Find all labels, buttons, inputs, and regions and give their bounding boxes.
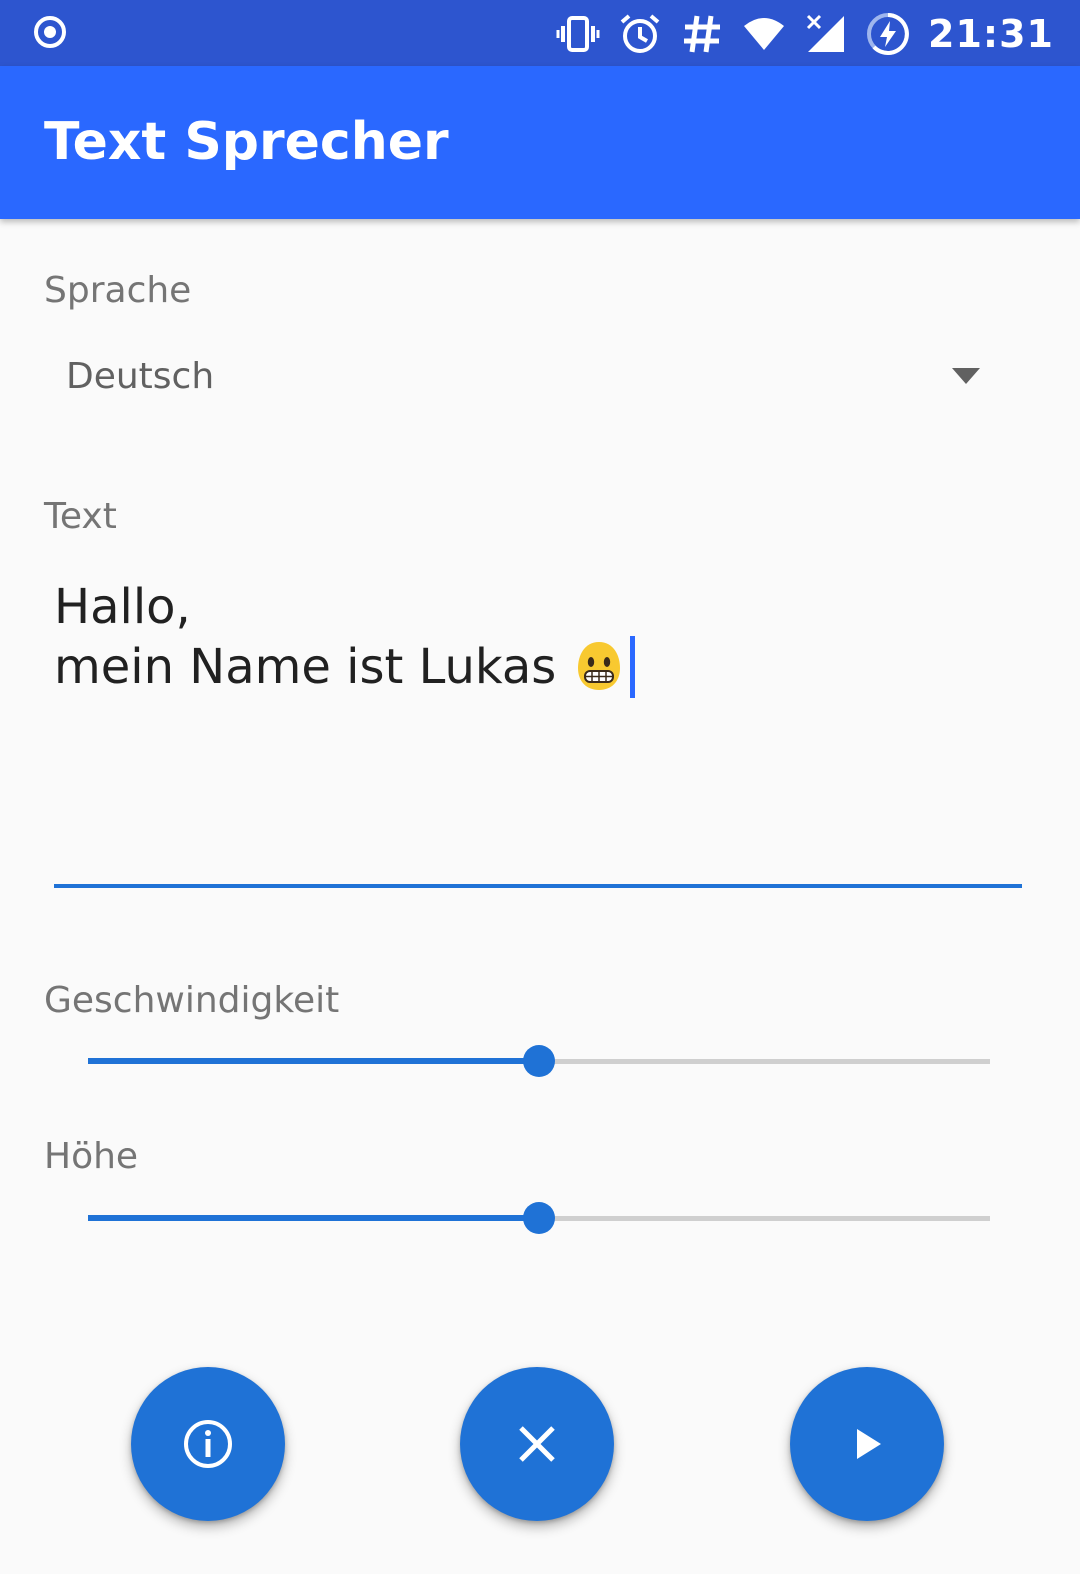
speed-label: Geschwindigkeit [44,980,340,1021]
text-input-line-1: Hallo, [54,579,191,635]
text-input[interactable]: Hallo, mein Name ist Lukas [54,578,1022,888]
speed-slider-fill [88,1058,539,1064]
status-bar: 21:31 [0,0,1080,66]
record-icon [34,16,66,48]
close-icon [519,1426,555,1462]
clock-time: 21:31 [928,12,1054,56]
pitch-slider-fill [88,1215,539,1221]
cell-signal-off-icon [806,14,845,52]
text-cursor [630,636,636,698]
language-dropdown[interactable]: Deutsch [44,330,994,430]
vibrate-icon [556,16,600,52]
speed-slider[interactable] [88,1041,990,1081]
clear-button[interactable] [460,1367,614,1521]
language-selected-value: Deutsch [66,356,215,397]
hash-icon [684,15,721,53]
text-label: Text [44,496,117,537]
play-icon [857,1429,881,1459]
pitch-slider-thumb[interactable] [523,1202,555,1234]
text-input-underline [54,884,1022,888]
grinning-face-emoji-icon [578,642,621,690]
play-button[interactable] [790,1367,944,1521]
app-bar: Text Sprecher [0,66,1080,219]
info-button[interactable] [131,1367,285,1521]
info-icon [184,1420,232,1468]
dropdown-arrow-icon [952,368,980,384]
speed-slider-thumb[interactable] [523,1045,555,1077]
pitch-slider[interactable] [88,1198,990,1238]
alarm-icon [620,14,660,53]
pitch-label: Höhe [44,1136,139,1177]
app-title: Text Sprecher [44,112,449,172]
text-input-line-2: mein Name ist Lukas [54,639,557,695]
battery-charging-icon [867,13,910,55]
wifi-icon [744,18,785,50]
language-label: Sprache [44,270,192,311]
